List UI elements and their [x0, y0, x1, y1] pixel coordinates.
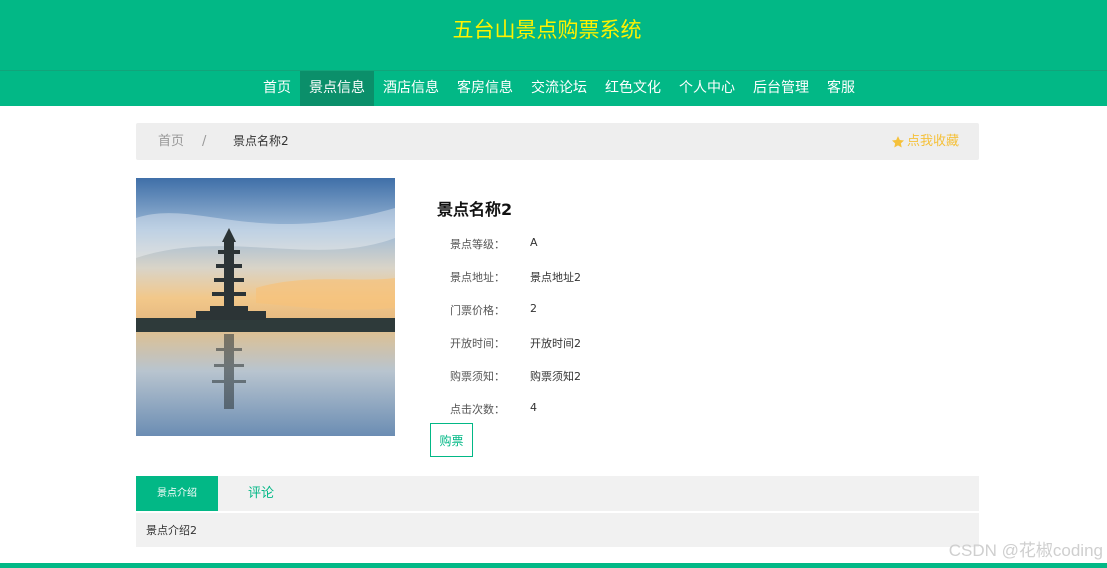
favorite-button[interactable]: 点我收藏 [891, 123, 959, 160]
info-value: 2 [530, 302, 537, 315]
nav-item-admin[interactable]: 后台管理 [744, 71, 818, 106]
detail-tabs: 景点介绍 评论 [136, 476, 979, 511]
info-value: A [530, 236, 538, 249]
info-value: 购票须知2 [530, 370, 581, 383]
info-row-price: 门票价格： 2 [450, 292, 750, 325]
nav-item-red-culture[interactable]: 红色文化 [596, 71, 670, 106]
breadcrumb-separator: / [202, 134, 207, 149]
info-label: 开放时间： [450, 337, 505, 350]
site-title: 五台山景点购票系统 [452, 18, 642, 42]
nav-list: 首页 景点信息 酒店信息 客房信息 交流论坛 红色文化 个人中心 后台管理 客服 [254, 71, 864, 106]
info-label: 点击次数： [450, 403, 505, 416]
info-value: 4 [530, 401, 537, 414]
favorite-label: 点我收藏 [906, 134, 959, 149]
info-value: 开放时间2 [530, 337, 581, 350]
site-header: 五台山景点购票系统 [0, 0, 1107, 71]
info-label: 购票须知： [450, 370, 505, 383]
info-row-level: 景点等级： A [450, 226, 750, 259]
buy-ticket-button[interactable]: 购票 [430, 423, 473, 457]
introduction-text: 景点介绍2 [146, 524, 197, 537]
nav-item-room-info[interactable]: 客房信息 [448, 71, 522, 106]
tab-introduction[interactable]: 景点介绍 [136, 476, 218, 511]
tab-content-panel: 景点介绍2 [136, 513, 979, 547]
info-label: 门票价格： [450, 304, 505, 317]
footer-divider [0, 563, 1107, 568]
info-label: 景点等级： [450, 238, 505, 251]
nav-item-customer-service[interactable]: 客服 [818, 71, 864, 106]
info-row-clicks: 点击次数： 4 [450, 391, 750, 424]
nav-item-scenic-info[interactable]: 景点信息 [300, 71, 374, 106]
breadcrumb: 首页 / 景点名称2 点我收藏 [136, 123, 979, 160]
scenic-photo [136, 178, 395, 436]
info-row-notice: 购票须知： 购票须知2 [450, 358, 750, 391]
info-row-open-time: 开放时间： 开放时间2 [450, 325, 750, 358]
spot-name: 景点名称2 [437, 200, 513, 219]
info-row-address: 景点地址： 景点地址2 [450, 259, 750, 292]
breadcrumb-home-link[interactable]: 首页 [158, 123, 184, 160]
nav-item-hotel-info[interactable]: 酒店信息 [374, 71, 448, 106]
watermark: CSDN @花椒coding [948, 541, 1103, 560]
info-label: 景点地址： [450, 271, 505, 284]
nav-item-home[interactable]: 首页 [254, 71, 300, 106]
nav-item-personal-center[interactable]: 个人中心 [670, 71, 744, 106]
tab-comments[interactable]: 评论 [248, 476, 274, 511]
info-value: 景点地址2 [530, 271, 581, 284]
breadcrumb-current: 景点名称2 [233, 134, 289, 148]
nav-item-forum[interactable]: 交流论坛 [522, 71, 596, 106]
star-icon [891, 135, 904, 147]
main-nav: 首页 景点信息 酒店信息 客房信息 交流论坛 红色文化 个人中心 后台管理 客服 [0, 71, 1107, 106]
